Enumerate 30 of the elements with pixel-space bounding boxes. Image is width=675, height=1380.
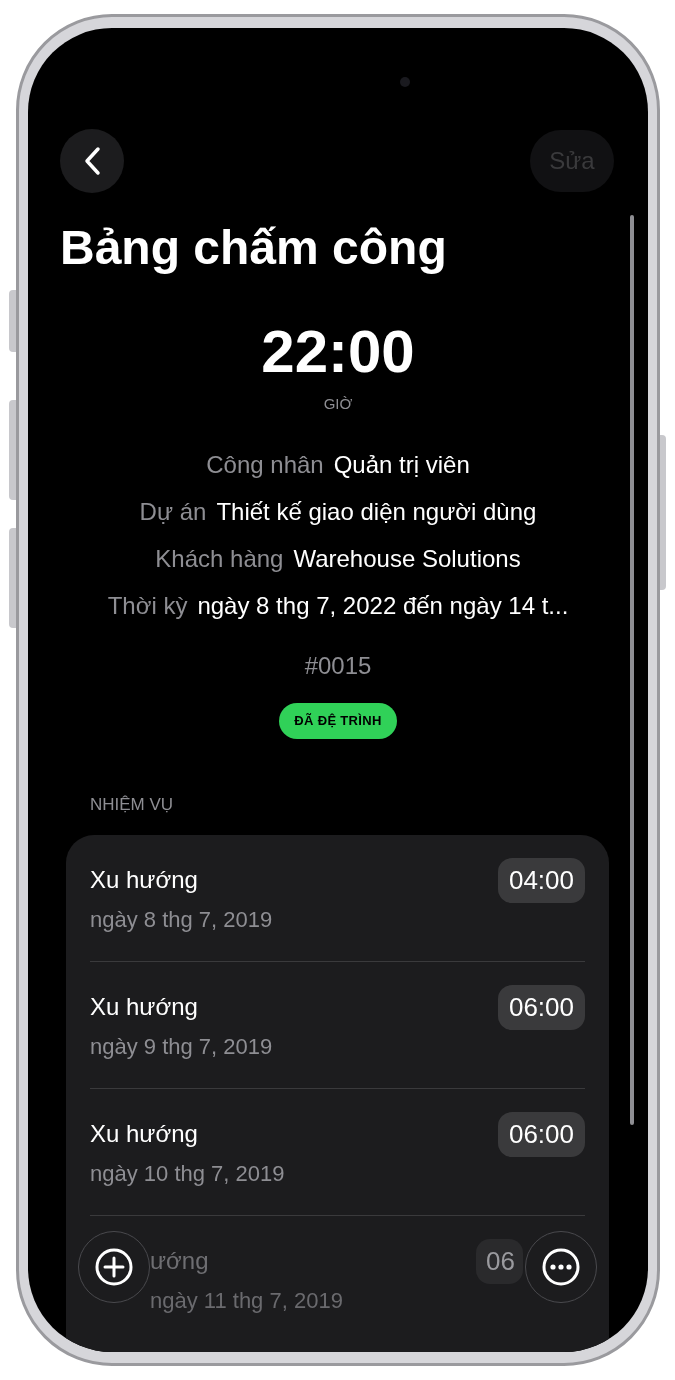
task-title: ướng (150, 1246, 210, 1276)
more-icon (542, 1248, 580, 1286)
task-date: ngày 10 thg 7, 2019 (90, 1160, 285, 1188)
page-title: Bảng chấm công (59, 220, 448, 276)
duration-badge: 06:00 (497, 1112, 585, 1157)
task-date: ngày 9 thg 7, 2019 (90, 1033, 273, 1061)
hours-unit: GIỜ (322, 394, 354, 414)
task-date: ngày 11 thg 7, 2019 (150, 1287, 343, 1315)
status-badge: ĐÃ ĐỆ TRÌNH (279, 703, 397, 739)
task-title: Xu hướng (90, 992, 199, 1022)
detail-label: Khách hàng (155, 544, 284, 574)
add-icon (95, 1248, 133, 1286)
detail-value: ngày 8 thg 7, 2022 đến ngày 14 t... (197, 591, 569, 621)
detail-label: Thời kỳ (107, 591, 188, 621)
duration-badge: 06:00 (497, 985, 585, 1030)
detail-label: Dự án (139, 497, 207, 527)
task-title: Xu hướng (90, 1119, 199, 1149)
camera-icon (400, 77, 410, 87)
detail-value: Thiết kế giao diện người dùng (216, 497, 537, 527)
task-title: Xu hướng (90, 865, 199, 895)
duration-badge: 04:00 (497, 858, 585, 903)
detail-value: Quản trị viên (333, 450, 470, 480)
duration-badge: 06 (476, 1239, 523, 1284)
total-hours: 22:00 (260, 320, 416, 384)
detail-label: Công nhân (206, 450, 324, 480)
back-icon (83, 146, 101, 176)
section-header: NHIỆM VỤ (89, 794, 175, 816)
task-date: ngày 8 thg 7, 2019 (90, 906, 273, 934)
detail-value: Warehouse Solutions (293, 544, 521, 574)
timesheet-number: #0015 (303, 651, 373, 681)
